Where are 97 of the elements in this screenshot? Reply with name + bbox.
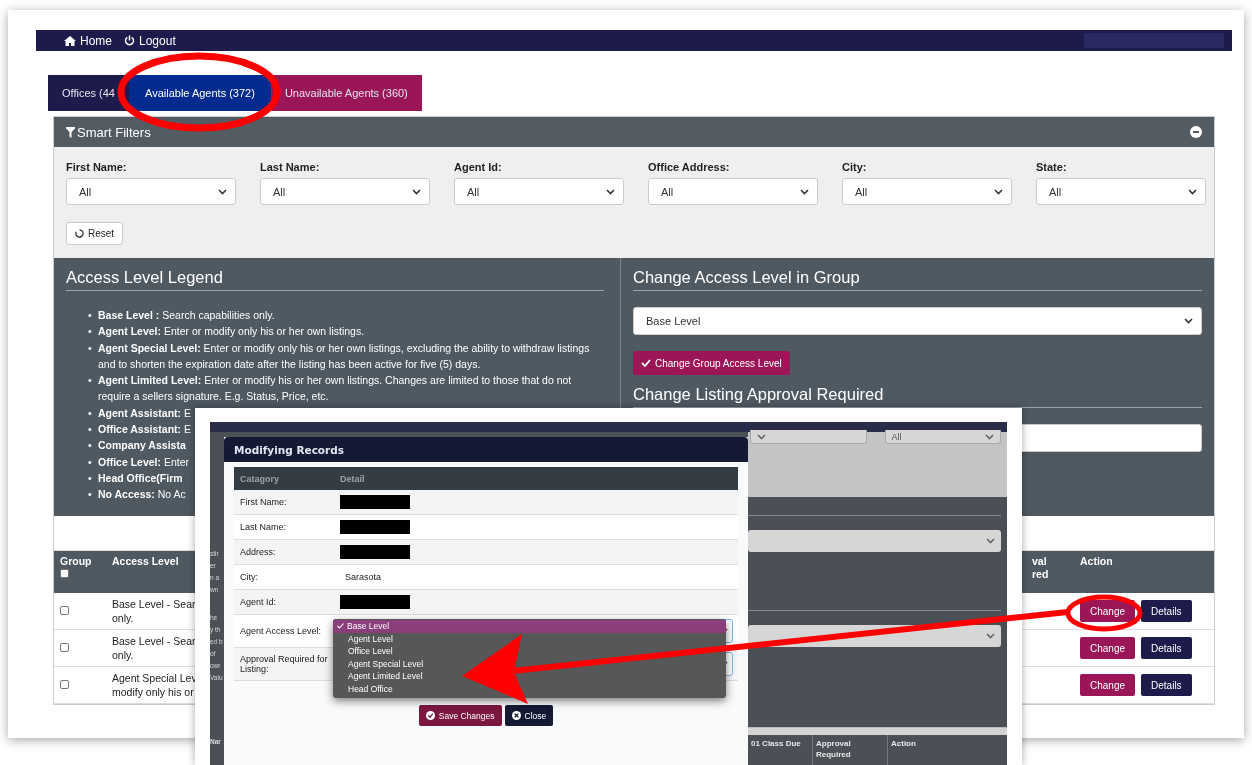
bullet: • [88, 470, 93, 486]
section-title: Access Level Legend [66, 268, 604, 291]
details-button[interactable]: Details [1141, 637, 1192, 659]
filter-icon [66, 126, 75, 138]
dropdown-field[interactable]: Base Level [633, 307, 1202, 335]
dropdown-field[interactable] [750, 430, 867, 444]
checkbox[interactable] [60, 680, 69, 689]
redaction-block [340, 520, 410, 534]
bullet: • [88, 405, 93, 421]
dropdown-field[interactable] [748, 530, 1001, 552]
nav-link[interactable]: Home [64, 33, 112, 48]
tab[interactable]: Unavailable Agents (360) [270, 75, 422, 111]
field-label: City: [240, 572, 259, 582]
bullet: • [88, 308, 93, 323]
change-button[interactable]: Change [1080, 674, 1136, 696]
table-cell: Base Level - Sear only. [112, 634, 196, 662]
column-header: Group [60, 555, 92, 567]
dropdown-field[interactable]: All [1036, 178, 1206, 205]
change-button[interactable]: Change [1080, 600, 1136, 622]
column-header: Action [1080, 555, 1113, 567]
legend-item: Office Level: Enter [98, 454, 190, 470]
dropdown-option[interactable]: Base Level [333, 620, 726, 633]
filter-label: State: [1036, 161, 1068, 173]
legend-item: Agent Level: Enter or modify only his or her own listings. [98, 324, 365, 340]
field-value: Sarasota [344, 572, 383, 582]
column-header: 01 Class Due [750, 738, 802, 750]
refresh-icon [75, 229, 84, 238]
nav-link[interactable]: Logout [124, 33, 176, 48]
field-label: Address: [240, 547, 277, 557]
column-header: val red [1032, 555, 1050, 581]
dropdown-option[interactable]: Office Level [333, 645, 397, 658]
bullet: • [88, 340, 93, 356]
checkbox[interactable] [60, 606, 69, 615]
bullet: • [88, 373, 93, 389]
redaction-block [340, 495, 410, 509]
legend-item: Head Office(Firm [98, 470, 183, 486]
bullet: • [88, 438, 93, 454]
legend-item: Office Assistant: E [98, 422, 191, 438]
dropdown-option[interactable]: Head Office [333, 682, 397, 695]
power-icon [124, 35, 135, 46]
bullet: • [88, 454, 93, 470]
change-button[interactable]: Change [1080, 637, 1136, 659]
checkbox[interactable] [60, 643, 69, 652]
field-label: Approval Required for Listing: [240, 654, 329, 674]
field-label: Last Name: [240, 522, 288, 532]
redaction-block [340, 595, 410, 609]
dropdown-field[interactable]: All [260, 178, 430, 205]
dropdown-option[interactable]: Agent Limited Level [333, 670, 427, 683]
dropdown-field[interactable]: All [454, 178, 624, 205]
section-title: Change Access Level in Group [633, 268, 1202, 291]
tab[interactable]: Offices (44 [48, 75, 129, 111]
modal-title: Modifying Records [224, 437, 748, 462]
filter-label: Agent Id: [454, 161, 503, 173]
column-header: Catagory [240, 473, 280, 484]
tab[interactable]: Available Agents (372) [129, 75, 271, 111]
filter-label: City: [842, 161, 868, 173]
bullet: • [88, 487, 93, 503]
legend-item: Company Assista [98, 438, 186, 454]
bullet: • [88, 422, 93, 438]
dropdown-field[interactable]: All [66, 178, 236, 205]
check-circle-icon [425, 711, 435, 720]
legend-item: Agent Assistant: E [98, 405, 191, 421]
column-header: Approval Required [812, 735, 887, 765]
reset-button[interactable]: Reset [66, 222, 124, 245]
legend-item: Agent Special Level: Enter or modify only his or her own listings, excluding the ability to withdraw listings and to shorten the expiration date after the listing has been active for five (5) days. [98, 340, 591, 372]
dropdown-field[interactable]: All [842, 178, 1012, 205]
dropdown-field[interactable]: All [884, 430, 1001, 444]
dropdown-option[interactable]: Agent Special Level [333, 657, 428, 670]
legend-item: No Access: No Ac [98, 487, 186, 503]
column-header: Detail [340, 473, 366, 484]
details-button[interactable]: Details [1141, 600, 1192, 622]
filter-title: Smart Filters [66, 124, 151, 140]
filter-label: First Name: [66, 161, 128, 173]
close-button[interactable]: Close [504, 705, 554, 726]
column-header: Action [887, 735, 1007, 765]
dropdown-field[interactable]: All [648, 178, 818, 205]
home-icon [64, 35, 76, 46]
legend-item: Agent Limited Level: Enter or modify his or her own listings. Changes are limited to those that do not require a sellers signature. E.g. Status, Price, etc. [98, 373, 573, 405]
column-header: Access Level [112, 555, 179, 567]
field-label: Agent Id: [240, 597, 278, 607]
field-label: Agent Access Level: [240, 626, 323, 636]
field-label: First Name: [240, 497, 288, 507]
check-icon [337, 623, 344, 630]
table-cell: Base Level - Sear only. [112, 597, 196, 625]
dropdown-option[interactable]: Agent Level [333, 632, 397, 645]
bullet: • [88, 324, 93, 340]
change-group-button[interactable]: Change Group Access Level [633, 351, 790, 375]
checkbox[interactable] [60, 569, 69, 578]
legend-item: Base Level : Search capabilities only. [98, 308, 275, 323]
details-button[interactable]: Details [1141, 674, 1192, 696]
filter-label: Office Address: [648, 161, 731, 173]
redaction-block [340, 545, 410, 559]
collapse-icon[interactable] [1190, 126, 1202, 138]
check-icon [641, 359, 651, 367]
filter-label: Last Name: [260, 161, 321, 173]
save-button[interactable]: Save Changes [418, 705, 502, 726]
close-circle-icon [511, 711, 521, 720]
